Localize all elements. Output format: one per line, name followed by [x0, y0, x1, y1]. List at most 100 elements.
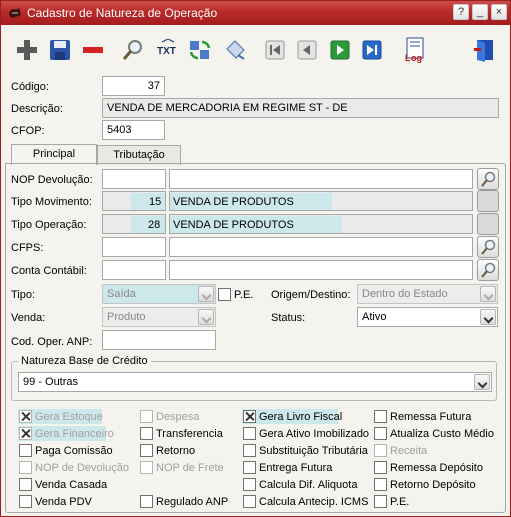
retorno-checkbox[interactable] — [140, 444, 153, 457]
nop-devolucao-desc-field[interactable] — [169, 169, 473, 189]
natureza-group-title: Natureza Base de Crédito — [18, 355, 151, 367]
remessa-futura-checkbox[interactable] — [374, 410, 387, 423]
origem-select[interactable]: Dentro do Estado — [357, 284, 498, 304]
substituicao-tributaria-label: Substituição Tributária — [259, 445, 368, 457]
last-record-button[interactable] — [359, 37, 385, 63]
origem-value: Dentro do Estado — [362, 288, 448, 300]
txt-icon: TXT — [157, 39, 176, 57]
exit-button[interactable] — [472, 37, 498, 63]
venda-casada-checkbox[interactable] — [19, 478, 32, 491]
previous-record-button[interactable] — [294, 37, 320, 63]
codigo-field[interactable]: 37 — [102, 76, 165, 96]
log-icon: Log — [405, 37, 424, 63]
tab-principal[interactable]: Principal — [11, 144, 97, 165]
status-value: Ativo — [362, 311, 387, 323]
regulado-anp-label: Regulado ANP — [156, 496, 229, 508]
conta-contabil-lookup-button[interactable] — [477, 259, 499, 281]
tipo-movimento-lookup-button[interactable] — [477, 190, 499, 212]
add-button[interactable] — [14, 37, 40, 63]
save-icon — [50, 40, 70, 60]
next-record-button[interactable] — [327, 37, 353, 63]
first-record-button[interactable] — [262, 37, 288, 63]
entrega-futura-checkbox[interactable] — [243, 461, 256, 474]
venda-select[interactable]: Produto — [102, 307, 216, 327]
gera-ativo-imobilizado-checkbox[interactable] — [243, 427, 256, 440]
entrega-futura-label: Entrega Futura — [259, 462, 333, 474]
nop-de-devolucao-checkbox[interactable] — [19, 461, 32, 474]
add-icon — [17, 40, 37, 60]
anp-field[interactable] — [102, 330, 216, 350]
natureza-select[interactable]: 99 - Outras — [18, 372, 492, 392]
natureza-value: 99 - Outras — [23, 376, 79, 388]
tab-tributacao[interactable]: Tributação — [97, 145, 181, 165]
codigo-label: Código: — [11, 81, 49, 93]
remessa-deposito-label: Remessa Depósito — [390, 462, 483, 474]
nop-de-frete-label: NOP de Frete — [156, 462, 224, 474]
transferencia-checkbox[interactable] — [140, 427, 153, 440]
tipo-movimento-label: Tipo Movimento: — [11, 196, 92, 208]
previous-icon — [297, 40, 317, 60]
save-button[interactable] — [47, 37, 73, 63]
window: Cadastro de Natureza de Operação ? _ × T… — [0, 0, 511, 517]
p-e-label: P.E. — [390, 496, 410, 508]
gera-estoque-checkbox[interactable] — [19, 410, 32, 423]
descricao-field[interactable]: VENDA DE MERCADORIA EM REGIME ST - DE — [102, 98, 499, 118]
pe-top-checkbox[interactable] — [218, 288, 231, 301]
venda-value: Produto — [107, 311, 146, 323]
calcula-dif-aliquota-checkbox[interactable] — [243, 478, 256, 491]
minimize-button[interactable]: _ — [472, 4, 488, 20]
status-select[interactable]: Ativo — [357, 307, 498, 327]
tipo-operacao-lookup-button[interactable] — [477, 213, 499, 235]
refresh-button[interactable] — [187, 37, 213, 63]
conta-contabil-code-field[interactable] — [102, 260, 166, 280]
close-button[interactable]: × — [491, 4, 507, 20]
log-button[interactable]: Log — [402, 37, 428, 63]
venda-label: Venda: — [11, 312, 46, 324]
origem-label: Origem/Destino: — [271, 289, 351, 301]
regulado-anp-checkbox[interactable] — [140, 495, 153, 508]
cfps-lookup-button[interactable] — [477, 236, 499, 258]
venda-pdv-checkbox[interactable] — [19, 495, 32, 508]
edit-button[interactable] — [222, 37, 248, 63]
anp-label: Cod. Oper. ANP: — [11, 336, 93, 348]
chevron-down-icon — [480, 309, 496, 325]
atualiza-custo-medio-checkbox[interactable] — [374, 427, 387, 440]
app-logo-icon — [9, 8, 21, 18]
cfop-field[interactable]: 5403 — [102, 120, 165, 140]
tipo-value: Saída — [107, 288, 136, 300]
export-txt-button[interactable]: TXT — [155, 37, 181, 63]
edit-icon — [226, 40, 245, 60]
nop-de-frete-checkbox[interactable] — [140, 461, 153, 474]
chevron-down-icon — [198, 286, 214, 302]
chevron-down-icon — [198, 309, 214, 325]
receita-checkbox[interactable] — [374, 444, 387, 457]
cfps-label: CFPS: — [11, 242, 44, 254]
delete-icon — [83, 47, 103, 53]
cfps-desc-field[interactable] — [169, 237, 473, 257]
nop-devolucao-code-field[interactable] — [102, 169, 166, 189]
gera-livro-fiscal-checkbox[interactable] — [243, 410, 256, 423]
tipo-operacao-desc: VENDA DE PRODUTOS — [173, 219, 294, 231]
conta-contabil-desc-field[interactable] — [169, 260, 473, 280]
window-title: Cadastro de Natureza de Operação — [27, 6, 218, 20]
tipo-select[interactable]: Saída — [102, 284, 216, 304]
paga-comissao-checkbox[interactable] — [19, 444, 32, 457]
delete-button[interactable] — [80, 37, 106, 63]
calcula-antecip-icms-checkbox[interactable] — [243, 495, 256, 508]
help-button[interactable]: ? — [453, 4, 469, 20]
remessa-futura-label: Remessa Futura — [390, 411, 472, 423]
svg-text:TXT: TXT — [157, 46, 176, 57]
retorno-deposito-checkbox[interactable] — [374, 478, 387, 491]
retorno-deposito-label: Retorno Depósito — [390, 479, 476, 491]
title-bar: Cadastro de Natureza de Operação ? _ × — [1, 1, 510, 25]
substituicao-tributaria-checkbox[interactable] — [243, 444, 256, 457]
p-e-checkbox[interactable] — [374, 495, 387, 508]
nop-devolucao-lookup-button[interactable] — [477, 168, 499, 190]
remessa-deposito-checkbox[interactable] — [374, 461, 387, 474]
gera-financeiro-checkbox[interactable] — [19, 427, 32, 440]
receita-label: Receita — [390, 445, 428, 457]
search-button[interactable] — [120, 37, 146, 63]
despesa-checkbox[interactable] — [140, 410, 153, 423]
cfps-code-field[interactable] — [102, 237, 166, 257]
paga-comissao-label: Paga Comissão — [35, 445, 113, 457]
